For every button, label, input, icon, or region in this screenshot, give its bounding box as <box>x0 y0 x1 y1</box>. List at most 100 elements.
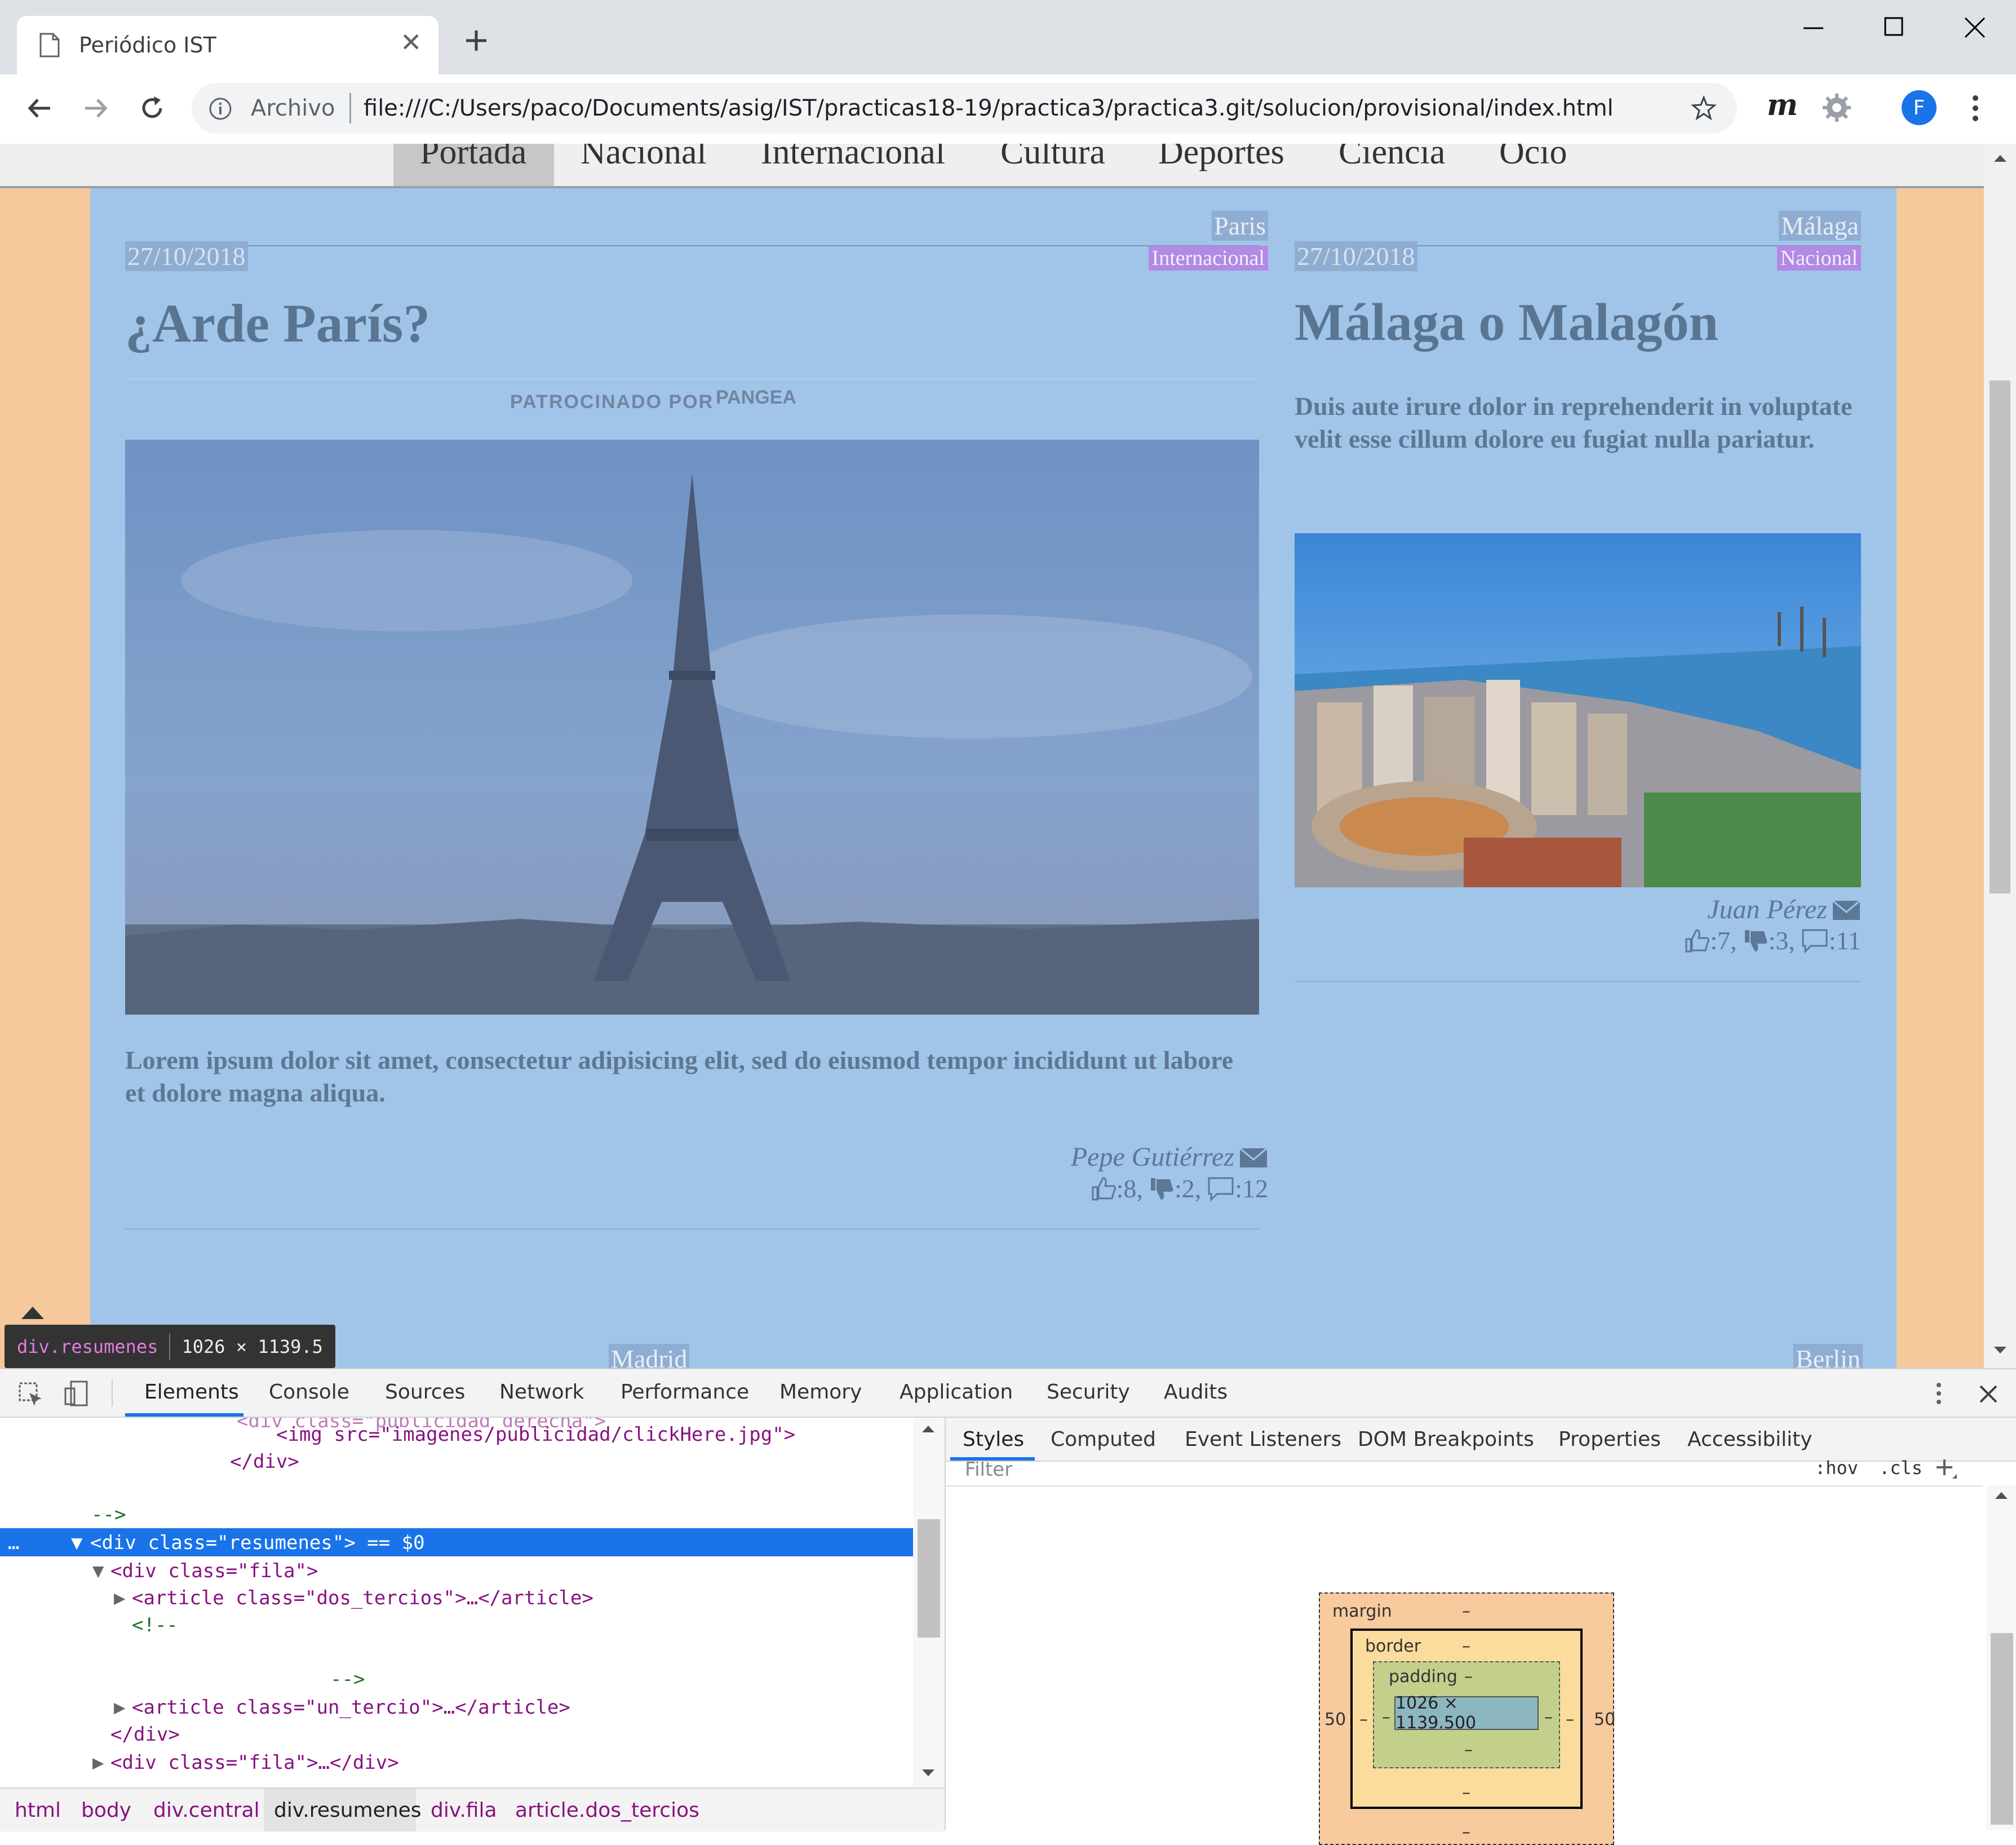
nav-internacional[interactable]: Internacional <box>761 144 945 172</box>
inspect-element-icon[interactable] <box>18 1382 44 1408</box>
dom-line[interactable]: <!-- <box>132 1614 178 1636</box>
article-author[interactable]: Pepe Gutiérrez <box>1071 1141 1234 1173</box>
tab-dom-breakpoints[interactable]: DOM Breakpoints <box>1358 1428 1534 1451</box>
article-title[interactable]: ¿Arde París? <box>125 292 430 355</box>
close-window-button[interactable] <box>1953 11 1998 45</box>
tab-event-listeners[interactable]: Event Listeners <box>1185 1428 1341 1451</box>
dom-line[interactable]: --> <box>330 1668 365 1691</box>
dom-line-selected[interactable]: <div class="resumenes"> == $0 <box>90 1532 425 1554</box>
dom-line[interactable]: <img src="imagenes/publicidad/clickHere.… <box>276 1423 795 1446</box>
nav-ciencia[interactable]: Ciencia <box>1339 144 1445 172</box>
tab-security[interactable]: Security <box>1047 1381 1130 1404</box>
dom-scrollbar[interactable] <box>913 1418 945 1788</box>
thumbs-down-icon[interactable] <box>1743 928 1769 954</box>
filter-input[interactable]: Filter <box>957 1462 1802 1485</box>
crumb-article[interactable]: article.dos_tercios <box>515 1799 699 1822</box>
device-toolbar-icon[interactable] <box>63 1379 89 1408</box>
devtools-menu-icon[interactable] <box>1930 1381 1947 1406</box>
tab-memory[interactable]: Memory <box>779 1381 862 1404</box>
article-section[interactable]: Internacional <box>1148 246 1268 271</box>
crumb-div-fila[interactable]: div.fila <box>431 1799 497 1822</box>
page-scrollbar[interactable] <box>1984 144 2016 1368</box>
crumb-html[interactable]: html <box>15 1799 61 1822</box>
styles-scrollbar[interactable] <box>1986 1485 2016 1830</box>
tab-styles[interactable]: Styles <box>963 1428 1024 1451</box>
tab-application[interactable]: Application <box>900 1381 1013 1404</box>
dom-row-ellipsis[interactable]: … <box>8 1532 19 1554</box>
scroll-down-icon[interactable] <box>921 1767 936 1778</box>
scroll-up-icon[interactable] <box>921 1423 936 1435</box>
comment-icon[interactable] <box>1207 1176 1235 1202</box>
dom-line[interactable]: --> <box>91 1503 126 1526</box>
add-style-rule-icon[interactable] <box>1935 1458 1958 1481</box>
tab-elements[interactable]: Elements <box>144 1381 239 1404</box>
expand-triangle-icon[interactable]: ▼ <box>71 1532 82 1554</box>
tab-network[interactable]: Network <box>499 1381 584 1404</box>
comment-icon[interactable] <box>1801 928 1829 954</box>
maximize-button[interactable] <box>1871 11 1916 45</box>
nav-nacional[interactable]: Nacional <box>581 144 707 172</box>
thumbs-up-icon[interactable] <box>1684 928 1710 954</box>
star-icon[interactable] <box>1691 95 1717 121</box>
box-model-padding[interactable]: padding – – – – 1026 × 1139.500 <box>1373 1661 1560 1768</box>
extension-m-icon[interactable]: m <box>1767 88 1798 122</box>
menu-dots-icon[interactable] <box>1967 91 1984 125</box>
collapse-triangle-icon[interactable]: ▶ <box>114 1587 125 1609</box>
devtools-close-icon[interactable] <box>1977 1383 2000 1405</box>
envelope-icon[interactable] <box>1832 899 1861 921</box>
styles-scrollbar-thumb[interactable] <box>1991 1633 2013 1825</box>
article-title[interactable]: Málaga o Malagón <box>1295 292 1718 353</box>
crumb-div-central[interactable]: div.central <box>153 1799 260 1822</box>
url-text[interactable]: file:///C:/Users/paco/Documents/asig/IST… <box>364 95 1614 121</box>
article-author[interactable]: Juan Pérez <box>1707 894 1827 925</box>
tab-audits[interactable]: Audits <box>1164 1381 1228 1404</box>
cls-toggle[interactable]: .cls <box>1879 1457 1922 1479</box>
article-image-eiffel[interactable] <box>125 440 1259 1015</box>
settings-extension-icon[interactable] <box>1822 92 1852 123</box>
dom-scrollbar-thumb[interactable] <box>918 1519 940 1638</box>
dom-line[interactable]: <div class="fila"> <box>110 1560 318 1582</box>
dom-line[interactable]: <article class="un_tercio">…</article> <box>132 1696 570 1719</box>
nav-deportes[interactable]: Deportes <box>1158 144 1284 172</box>
thumbs-down-icon[interactable] <box>1149 1176 1175 1202</box>
expand-triangle-icon[interactable]: ▼ <box>92 1560 104 1582</box>
reload-button[interactable] <box>130 86 175 131</box>
scroll-up-icon[interactable] <box>1993 153 2008 164</box>
envelope-icon[interactable] <box>1239 1146 1268 1169</box>
browser-tab[interactable]: Periódico IST ✕ <box>17 16 438 74</box>
tab-performance[interactable]: Performance <box>621 1381 749 1404</box>
tab-computed[interactable]: Computed <box>1051 1428 1156 1451</box>
address-bar[interactable]: Archivo file:///C:/Users/paco/Documents/… <box>192 83 1737 134</box>
page-scrollbar-thumb[interactable] <box>1990 380 2010 893</box>
new-tab-button[interactable] <box>459 24 493 57</box>
article-image-malaga[interactable] <box>1295 533 1861 887</box>
box-model-content[interactable]: 1026 × 1139.500 <box>1394 1693 1539 1733</box>
box-model-border[interactable]: border – – – – padding – – – – 1026 × 11… <box>1350 1629 1583 1809</box>
collapse-triangle-icon[interactable]: ▶ <box>114 1696 125 1719</box>
collapse-triangle-icon[interactable]: ▶ <box>92 1751 104 1774</box>
forward-button[interactable] <box>73 86 118 131</box>
tab-console[interactable]: Console <box>269 1381 349 1404</box>
close-tab-icon[interactable]: ✕ <box>400 27 422 57</box>
article-section[interactable]: Nacional <box>1776 246 1861 271</box>
dom-line[interactable]: <div class="fila">…</div> <box>110 1751 399 1774</box>
scroll-up-icon[interactable] <box>1994 1490 2009 1501</box>
crumb-body[interactable]: body <box>81 1799 131 1822</box>
box-model-margin[interactable]: margin – 50 50 – border – – – – padding … <box>1319 1592 1615 1845</box>
crumb-div-resumenes[interactable]: div.resumenes <box>274 1799 421 1822</box>
back-button[interactable] <box>17 86 62 131</box>
tab-sources[interactable]: Sources <box>385 1381 465 1404</box>
nav-portada[interactable]: Portada <box>420 144 526 172</box>
nav-ocio[interactable]: Ocio <box>1499 144 1567 172</box>
info-icon[interactable] <box>209 97 232 121</box>
tab-properties[interactable]: Properties <box>1558 1428 1661 1451</box>
nav-cultura[interactable]: Cultura <box>1000 144 1105 172</box>
dom-line[interactable]: </div> <box>230 1450 299 1473</box>
profile-avatar[interactable]: F <box>1902 90 1937 125</box>
dom-line[interactable]: </div> <box>110 1723 180 1746</box>
minimize-button[interactable] <box>1792 11 1837 45</box>
scroll-down-icon[interactable] <box>1993 1344 2008 1356</box>
tab-accessibility[interactable]: Accessibility <box>1687 1428 1813 1451</box>
thumbs-up-icon[interactable] <box>1091 1176 1116 1202</box>
dom-line[interactable]: <article class="dos_tercios">…</article> <box>132 1587 593 1609</box>
